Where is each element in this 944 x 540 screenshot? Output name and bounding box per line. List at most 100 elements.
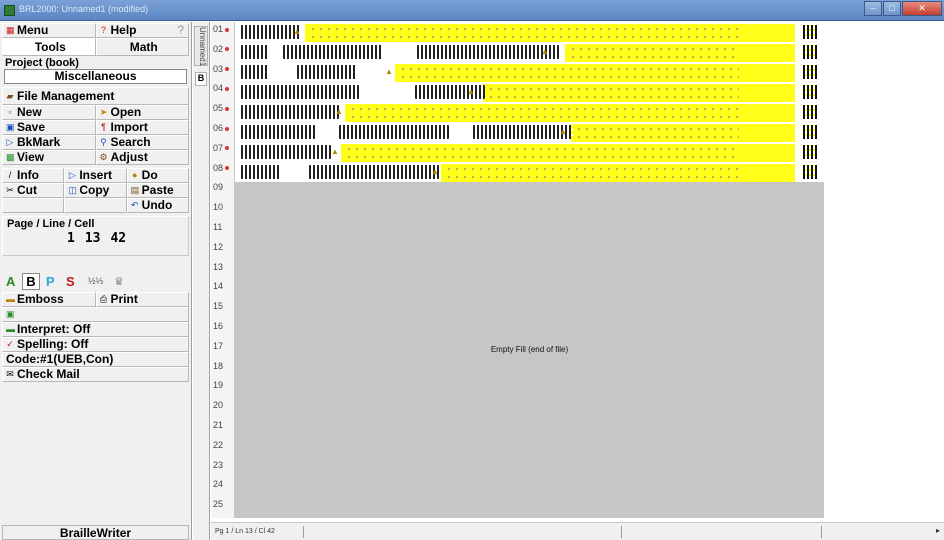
fraction-icon[interactable]: ½⅓ xyxy=(88,276,110,286)
paste-button[interactable]: ▤ Paste xyxy=(126,183,189,198)
check-mail-button[interactable]: ✉ Check Mail xyxy=(2,367,189,382)
document-tab[interactable]: Unnamed1 xyxy=(194,26,208,66)
braillewriter-button[interactable]: BrailleWriter xyxy=(2,525,189,540)
position-box: Page / Line / Cell 1 13 42 xyxy=(2,216,189,256)
blank-cells xyxy=(575,125,739,139)
scroll-right-icon[interactable]: ▸ xyxy=(936,526,940,535)
braille-line[interactable]: ▲ xyxy=(235,162,824,182)
adjust-button[interactable]: ⚙ Adjust xyxy=(95,150,189,165)
braille-cells xyxy=(309,165,439,179)
code-selector[interactable]: Code:#1(UEB,Con) xyxy=(2,352,189,367)
blank-cells xyxy=(309,25,739,39)
interpret-toggle[interactable]: ▬ Interpret: Off xyxy=(2,322,189,337)
emboss-icon: ▬ xyxy=(6,294,15,304)
braille-line[interactable]: ▲ xyxy=(235,42,824,62)
mode-p-button[interactable]: P xyxy=(46,274,60,289)
braille-mode-badge[interactable]: B xyxy=(195,72,207,86)
menu-label: Menu xyxy=(17,23,49,37)
open-button[interactable]: ➤ Open xyxy=(95,105,189,120)
line-number-text: 22 xyxy=(213,439,224,450)
help-question-icon: ? xyxy=(177,23,184,37)
status-position: Pg 1 / Ln 13 / Cl 42 xyxy=(215,528,275,535)
page-number-cells xyxy=(803,85,817,99)
window-title: BRL2000: Unnamed1 (modified) xyxy=(19,4,149,14)
project-select[interactable]: Miscellaneous xyxy=(4,69,187,84)
print-button[interactable]: ⎙ Print xyxy=(95,292,189,307)
braille-cells xyxy=(417,45,559,59)
braille-line[interactable]: ▲ xyxy=(235,62,824,82)
info-button[interactable]: / Info xyxy=(2,168,65,183)
tab-math[interactable]: Math xyxy=(95,38,189,56)
braille-line[interactable]: ▲ xyxy=(235,82,824,102)
maximize-button[interactable]: □ xyxy=(883,1,901,16)
blank-cells xyxy=(445,165,739,179)
insert-label: Insert xyxy=(79,168,113,182)
view-button[interactable]: ▩ View xyxy=(2,150,96,165)
line-number-text: 16 xyxy=(213,321,224,331)
line-number: 07 xyxy=(213,143,230,153)
line-number-text: 25 xyxy=(213,499,224,510)
braille-cells xyxy=(473,125,573,139)
status-separator xyxy=(303,526,304,538)
new-button[interactable]: ▫ New xyxy=(2,105,96,120)
menu-button[interactable]: ▦ Menu xyxy=(2,23,96,38)
cursor-marker-icon: ▲ xyxy=(541,47,549,56)
new-label: New xyxy=(17,105,42,119)
cell-number: 42 xyxy=(110,231,127,246)
line-number-text: 10 xyxy=(213,202,224,213)
import-label: Import xyxy=(110,120,148,134)
undo-spacer xyxy=(2,198,65,213)
line-number-text: 04 xyxy=(213,83,224,94)
line-marker-icon xyxy=(225,126,230,131)
bookmark-icon: ▷ xyxy=(6,137,14,147)
spelling-toggle[interactable]: ✓ Spelling: Off xyxy=(2,337,189,352)
check-mail-label: Check Mail xyxy=(17,367,80,381)
line-number-text: 03 xyxy=(213,63,224,74)
copy-button[interactable]: ◫ Copy xyxy=(64,183,127,198)
settings-icon[interactable]: ♛ xyxy=(114,275,128,288)
blank-cells xyxy=(569,45,739,59)
minimize-button[interactable]: – xyxy=(864,1,882,16)
line-number: 02 xyxy=(213,44,230,54)
new-icon: ▫ xyxy=(8,107,12,117)
open-icon: ➤ xyxy=(99,107,108,117)
printer-icon: ⎙ xyxy=(99,294,108,304)
braille-line[interactable]: ▲ xyxy=(235,22,824,42)
tab-tools[interactable]: Tools xyxy=(2,38,96,56)
line-number: 24 xyxy=(213,479,223,489)
tool-button[interactable]: ▣ xyxy=(2,307,189,322)
line-number: 18 xyxy=(213,361,223,371)
do-button[interactable]: ● Do xyxy=(126,168,189,183)
cursor-marker-icon: ▲ xyxy=(331,147,339,156)
line-number: 25 xyxy=(213,499,223,509)
file-management-button[interactable]: ▰ File Management xyxy=(2,87,189,105)
cut-button[interactable]: ✂ Cut xyxy=(2,183,65,198)
braille-lines: ▲ ▲ ▲ ▲ ▲ ▲ ▲ ▲ xyxy=(235,22,824,182)
cut-label: Cut xyxy=(17,183,37,197)
mode-b-button[interactable]: B xyxy=(22,272,40,290)
help-button[interactable]: ? Help? xyxy=(95,23,189,38)
app-icon xyxy=(4,5,15,16)
blank-cells xyxy=(349,105,739,119)
bookmark-button[interactable]: ▷ BkMark xyxy=(2,135,96,150)
close-button[interactable]: ✕ xyxy=(902,1,942,16)
save-icon: ▣ xyxy=(6,122,15,132)
search-icon: ⚲ xyxy=(100,137,107,147)
mail-icon: ✉ xyxy=(6,369,14,379)
mode-a-button[interactable]: A xyxy=(6,274,20,289)
braille-line[interactable]: ▲ xyxy=(235,122,824,142)
line-marker-icon xyxy=(225,47,230,52)
line-marker-icon xyxy=(225,67,230,72)
search-button[interactable]: ⚲ Search xyxy=(95,135,189,150)
braille-line[interactable]: ▲ xyxy=(235,142,824,162)
save-button[interactable]: ▣ Save xyxy=(2,120,96,135)
import-button[interactable]: ¶ Import xyxy=(95,120,189,135)
line-number-text: 12 xyxy=(213,241,224,252)
undo-button[interactable]: ↶ Undo xyxy=(126,198,189,213)
braille-line[interactable]: ▲ xyxy=(235,102,824,122)
emboss-button[interactable]: ▬ Emboss xyxy=(2,292,96,307)
mode-s-button[interactable]: S xyxy=(66,274,80,289)
braille-document[interactable]: ▲ ▲ ▲ ▲ ▲ ▲ ▲ ▲ Empty Fill (end of file) xyxy=(235,22,824,518)
insert-button[interactable]: ▷ Insert xyxy=(64,168,127,183)
page-number-cells xyxy=(803,165,817,179)
